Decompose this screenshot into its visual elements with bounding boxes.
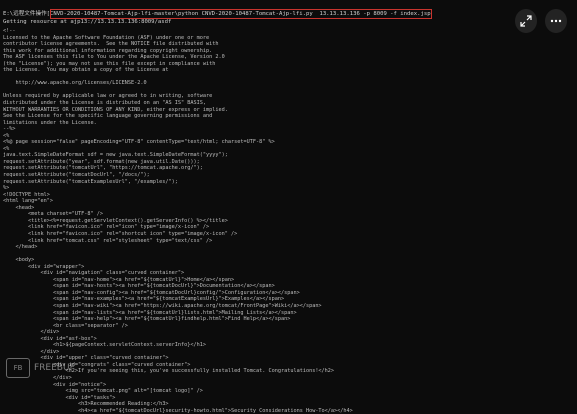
output-header: Getting resource at ajp13://13.13.13.136… (3, 19, 172, 25)
watermark-text: FREEBUF (34, 363, 75, 373)
terminal-line: <h4><a href="${tomcatDocUrl}security-how… (3, 407, 353, 414)
terminal-output: <!-- Licensed to the Apache Software Foun… (3, 28, 517, 414)
expand-button[interactable] (515, 9, 537, 33)
more-options-button[interactable] (545, 9, 567, 33)
watermark-logo-icon: FB (6, 358, 30, 378)
watermark: FB FREEBUF (6, 358, 75, 378)
more-options-icon (550, 12, 562, 31)
terminal-window: E:\远程文件操作[CNVD-2020-10487-Tomcat-Ajp-lfi… (0, 0, 577, 414)
viewer-controls (515, 9, 567, 37)
expand-icon (520, 12, 532, 31)
command-highlight-box (50, 9, 432, 19)
